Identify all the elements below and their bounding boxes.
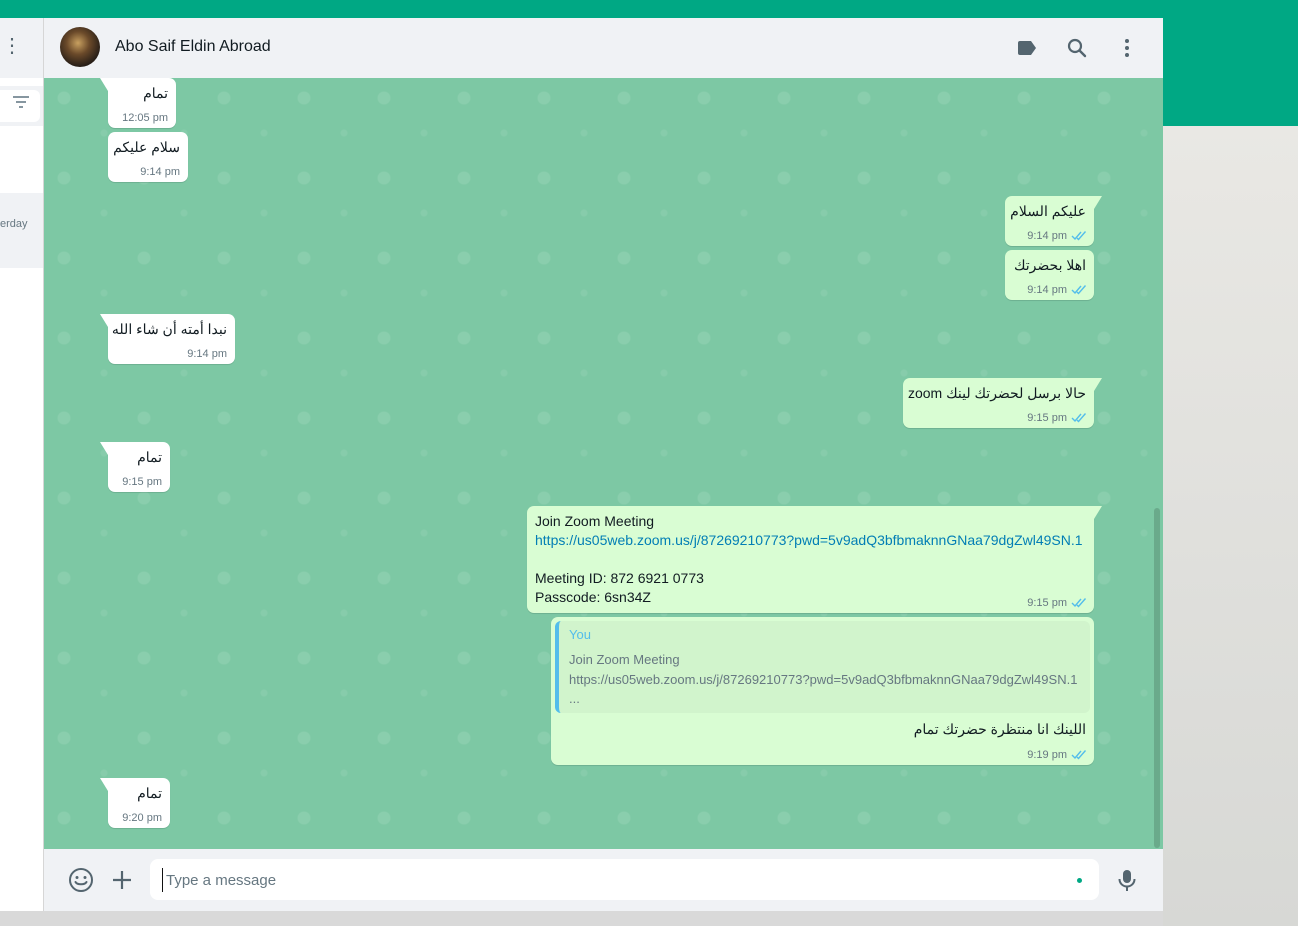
quoted-author: You [569,627,591,642]
top-accent-band [0,0,1298,18]
quoted-message[interactable]: You Join Zoom Meeting https://us05web.zo… [555,621,1090,713]
chat-list-item-active[interactable] [0,193,43,268]
search-icon[interactable] [1065,36,1089,60]
message-text: تمام [143,85,168,101]
filter-icon[interactable] [12,95,30,109]
message-time: 9:14 pm [1027,284,1067,296]
message-incoming[interactable]: تمام 12:05 pm [100,78,176,128]
microphone-icon[interactable] [1114,867,1140,893]
status-dot [1077,878,1082,883]
message-time: 12:05 pm [122,112,168,124]
meeting-id: Meeting ID: 872 6921 0773 [535,570,704,586]
contact-name[interactable]: Abo Saif Eldin Abroad [115,38,271,56]
message-incoming[interactable]: سلام عليكم 9:14 pm [108,132,188,182]
attach-plus-icon[interactable] [109,867,135,893]
scrollbar[interactable] [1154,508,1160,848]
window-bottom-edge [0,911,1163,926]
sidebar-menu-icon[interactable]: ⋮ [2,36,22,56]
message-input-box [150,859,1099,900]
message-outgoing[interactable]: حالا برسل لحضرتك لينك zoom 9:15 pm [903,378,1102,428]
message-input[interactable] [162,868,1048,892]
message-text: تمام [137,449,162,465]
right-accent-band [1163,18,1298,126]
meeting-passcode: Passcode: 6sn34Z [535,589,651,605]
message-text: نبدا أمته أن شاء الله [111,321,227,337]
label-icon[interactable] [1015,36,1039,60]
conversation-header: Abo Saif Eldin Abroad [44,18,1163,78]
chat-list-item-time: erday [0,218,28,230]
message-text: حالا برسل لحضرتك لينك zoom [907,385,1086,401]
message-time: 9:15 pm [1027,597,1067,609]
meeting-link[interactable]: https://us05web.zoom.us/j/87269210773?pw… [535,532,1083,548]
message-incoming[interactable]: تمام 9:20 pm [100,778,170,828]
chat-list-sidebar: ⋮ erday [0,18,44,911]
message-text: تمام [137,785,162,801]
message-time: 9:15 pm [122,476,162,488]
message-time: 9:14 pm [140,166,180,178]
sidebar-header: ⋮ [0,18,43,78]
emoji-icon[interactable] [68,867,94,893]
message-time: 9:19 pm [1027,749,1067,761]
message-time: 9:14 pm [187,348,227,360]
message-text: سلام عليكم [113,139,180,155]
menu-icon[interactable] [1115,36,1139,60]
read-receipt-icon [1071,413,1087,423]
read-receipt-icon [1071,231,1087,241]
message-time: 9:20 pm [122,812,162,824]
message-time: 9:15 pm [1027,412,1067,424]
composer-bar [44,849,1163,911]
quoted-text: https://us05web.zoom.us/j/87269210773?pw… [569,672,1078,687]
read-receipt-icon [1071,750,1087,760]
quoted-text: Join Zoom Meeting [569,652,680,667]
message-outgoing[interactable]: عليكم السلام 9:14 pm [1005,196,1102,246]
read-receipt-icon [1071,285,1087,295]
message-text-line: Join Zoom Meeting [535,513,655,529]
message-text: اللينك انا منتظرة حضرتك تمام [913,721,1086,737]
message-outgoing-zoom-link[interactable]: Join Zoom Meeting https://us05web.zoom.u… [527,506,1102,613]
quoted-text: ... [569,691,580,706]
message-incoming[interactable]: تمام 9:15 pm [100,442,170,492]
avatar[interactable] [60,27,100,67]
message-text: اهلا بحضرتك [1013,257,1086,273]
message-outgoing-reply[interactable]: You Join Zoom Meeting https://us05web.zo… [551,617,1094,765]
message-list: تمام 12:05 pm سلام عليكم 9:14 pm عليكم ا… [44,78,1163,849]
message-outgoing[interactable]: اهلا بحضرتك 9:14 pm [1005,250,1094,300]
read-receipt-icon [1071,598,1087,608]
message-incoming[interactable]: نبدا أمته أن شاء الله 9:14 pm [100,314,235,364]
app-background [1163,126,1298,926]
message-text: عليكم السلام [1010,203,1086,219]
message-time: 9:14 pm [1027,230,1067,242]
